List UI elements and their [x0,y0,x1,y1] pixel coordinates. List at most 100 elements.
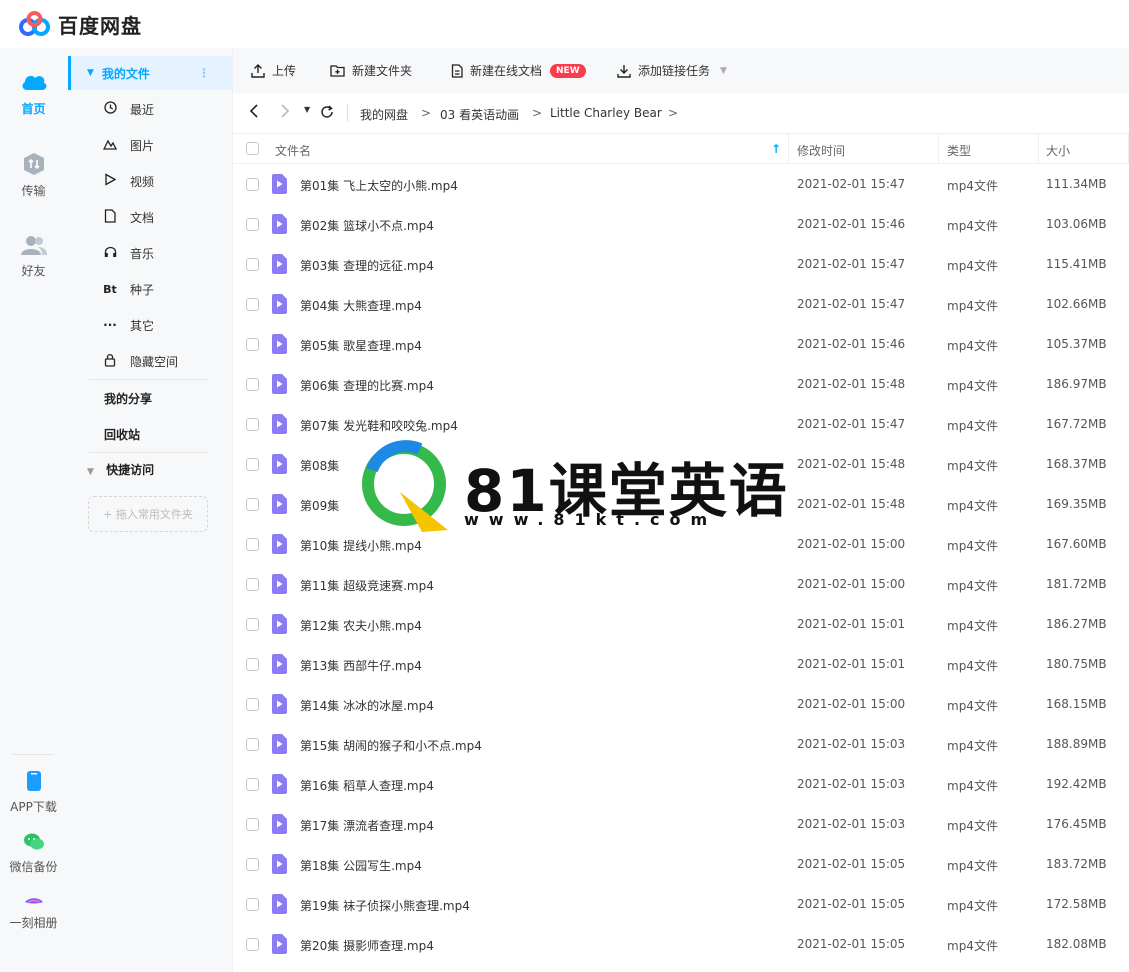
upload-button[interactable]: 上传 [251,62,296,79]
row-checkbox[interactable] [246,858,259,871]
row-checkbox[interactable] [246,618,259,631]
table-row[interactable]: 第16集 稻草人查理.mp4 2021-02-01 15:03 mp4文件 192.4… [233,764,1129,804]
row-checkbox[interactable] [246,218,259,231]
breadcrumb-item-my-netdisk[interactable]: 我的网盘 [360,106,408,123]
rail-item-album[interactable]: 一刻相册 [0,896,67,931]
file-name[interactable]: 第12集 农夫小熊.mp4 [300,617,422,634]
quick-access-drop-zone[interactable]: + 拖入常用文件夹 [88,496,208,532]
file-name[interactable]: 第15集 胡闹的猴子和小不点.mp4 [300,737,482,754]
sidebar-item-torrents[interactable]: Bt 种子 [103,279,223,299]
file-name[interactable]: 第16集 稻草人查理.mp4 [300,777,434,794]
row-checkbox[interactable] [246,698,259,711]
table-row[interactable]: 第03集 查理的远征.mp4 2021-02-01 15:47 mp4文件 115.4… [233,244,1129,284]
column-divider[interactable] [1038,134,1039,164]
row-checkbox[interactable] [246,498,259,511]
rail-item-wechat-backup[interactable]: 微信备份 [0,832,67,875]
add-link-task-button[interactable]: 添加链接任务 ▼ [617,62,727,79]
table-row[interactable]: 第19集 袜子侦探小熊查理.mp4 2021-02-01 15:05 mp4文件 17… [233,884,1129,924]
file-name[interactable]: 第10集 提线小熊.mp4 [300,537,422,554]
kebab-menu-icon[interactable]: ⋮ [198,66,210,80]
column-divider[interactable] [938,134,939,164]
sidebar-item-videos[interactable]: 视频 [103,171,223,191]
breadcrumb-item-current[interactable]: Little Charley Bear [550,106,662,120]
select-all-checkbox[interactable] [246,142,259,155]
sidebar-item-images[interactable]: 图片 [102,135,223,155]
new-folder-button[interactable]: 新建文件夹 [330,62,412,79]
table-row[interactable]: 第01集 飞上太空的小熊.mp4 2021-02-01 15:47 mp4文件 111… [233,164,1129,204]
row-checkbox[interactable] [246,418,259,431]
sidebar-item-my-files[interactable]: ▼ 我的文件 ⋮ [68,56,232,90]
row-checkbox[interactable] [246,778,259,791]
file-name[interactable]: 第02集 篮球小不点.mp4 [300,217,434,234]
table-row[interactable]: 第06集 查理的比赛.mp4 2021-02-01 15:48 mp4文件 186.9… [233,364,1129,404]
table-row[interactable]: 第11集 超级竞速赛.mp4 2021-02-01 15:00 mp4文件 181.7… [233,564,1129,604]
column-header-size[interactable]: 大小 [1046,142,1070,159]
sidebar-item-recent[interactable]: 最近 [103,99,223,119]
table-row[interactable]: 第13集 西部牛仔.mp4 2021-02-01 15:01 mp4文件 180.75… [233,644,1129,684]
column-header-name[interactable]: 文件名 [275,142,311,159]
row-checkbox[interactable] [246,578,259,591]
row-checkbox[interactable] [246,258,259,271]
row-checkbox[interactable] [246,338,259,351]
file-name[interactable]: 第04集 大熊查理.mp4 [300,297,422,314]
column-header-modified[interactable]: 修改时间 [797,142,845,159]
file-name[interactable]: 第09集 [300,497,339,514]
new-online-doc-button[interactable]: 新建在线文档 NEW [451,62,586,79]
row-checkbox[interactable] [246,538,259,551]
file-name[interactable]: 第18集 公园写生.mp4 [300,857,422,874]
file-name[interactable]: 第06集 查理的比赛.mp4 [300,377,434,394]
table-row[interactable]: 第07集 发光鞋和咬咬兔.mp4 2021-02-01 15:47 mp4文件 167… [233,404,1129,444]
row-checkbox[interactable] [246,178,259,191]
sort-ascending-icon[interactable]: ↑ [771,142,781,156]
file-name[interactable]: 第07集 发光鞋和咬咬兔.mp4 [300,417,458,434]
table-row[interactable]: 第12集 农夫小熊.mp4 2021-02-01 15:01 mp4文件 186.27… [233,604,1129,644]
file-name[interactable]: 第13集 西部牛仔.mp4 [300,657,422,674]
file-name[interactable]: 第17集 漂流者查理.mp4 [300,817,434,834]
history-dropdown-icon[interactable]: ▼ [304,105,310,114]
quick-access-header[interactable]: ▼ 快捷访问 [87,461,154,478]
rail-item-home[interactable]: 首页 [0,70,67,117]
table-row[interactable]: 第18集 公园写生.mp4 2021-02-01 15:05 mp4文件 183.72… [233,844,1129,884]
file-name[interactable]: 第01集 飞上太空的小熊.mp4 [300,177,458,194]
refresh-icon[interactable] [320,105,334,122]
table-row[interactable]: 第15集 胡闹的猴子和小不点.mp4 2021-02-01 15:03 mp4文件 1… [233,724,1129,764]
file-name[interactable]: 第08集 [300,457,339,474]
app-title[interactable]: 百度网盘 [58,10,142,39]
row-checkbox[interactable] [246,818,259,831]
sidebar-item-other[interactable]: ··· 其它 [103,315,223,335]
file-name[interactable]: 第05集 歌星查理.mp4 [300,337,422,354]
file-name[interactable]: 第03集 查理的远征.mp4 [300,257,434,274]
row-checkbox[interactable] [246,738,259,751]
rail-item-friends[interactable]: 好友 [0,234,67,279]
table-row[interactable]: 第04集 大熊查理.mp4 2021-02-01 15:47 mp4文件 102.66… [233,284,1129,324]
forward-arrow-icon[interactable] [280,104,290,121]
baidu-netdisk-logo-icon[interactable] [18,11,52,37]
file-name[interactable]: 第11集 超级竞速赛.mp4 [300,577,434,594]
column-divider[interactable] [788,134,789,164]
sidebar-item-music[interactable]: 音乐 [103,243,223,263]
rail-item-app-download[interactable]: APP下载 [0,770,67,815]
table-row[interactable]: 第05集 歌星查理.mp4 2021-02-01 15:46 mp4文件 105.37… [233,324,1129,364]
chevron-down-icon[interactable]: ▼ [720,66,727,76]
row-checkbox[interactable] [246,298,259,311]
column-header-type[interactable]: 类型 [947,142,971,159]
sidebar-item-my-share[interactable]: 我的分享 [104,390,152,407]
breadcrumb-item-folder[interactable]: 03 看英语动画 [440,106,519,123]
row-checkbox[interactable] [246,378,259,391]
back-arrow-icon[interactable] [249,104,259,121]
row-checkbox[interactable] [246,658,259,671]
file-name[interactable]: 第20集 摄影师查理.mp4 [300,937,434,954]
table-row[interactable]: 第14集 冰冰的冰屋.mp4 2021-02-01 15:00 mp4文件 168.1… [233,684,1129,724]
table-row[interactable]: 第17集 漂流者查理.mp4 2021-02-01 15:03 mp4文件 176.4… [233,804,1129,844]
table-row[interactable]: 第20集 摄影师查理.mp4 2021-02-01 15:05 mp4文件 182.0… [233,924,1129,964]
sidebar-item-hidden-space[interactable]: 隐藏空间 [103,351,223,371]
row-checkbox[interactable] [246,898,259,911]
sidebar-item-documents[interactable]: 文档 [103,207,223,227]
table-row[interactable]: 第02集 篮球小不点.mp4 2021-02-01 15:46 mp4文件 103.0… [233,204,1129,244]
row-checkbox[interactable] [246,458,259,471]
file-name[interactable]: 第14集 冰冰的冰屋.mp4 [300,697,434,714]
sidebar-item-recycle-bin[interactable]: 回收站 [104,426,140,443]
file-name[interactable]: 第19集 袜子侦探小熊查理.mp4 [300,897,470,914]
row-checkbox[interactable] [246,938,259,951]
rail-item-transfer[interactable]: 传输 [0,152,67,199]
